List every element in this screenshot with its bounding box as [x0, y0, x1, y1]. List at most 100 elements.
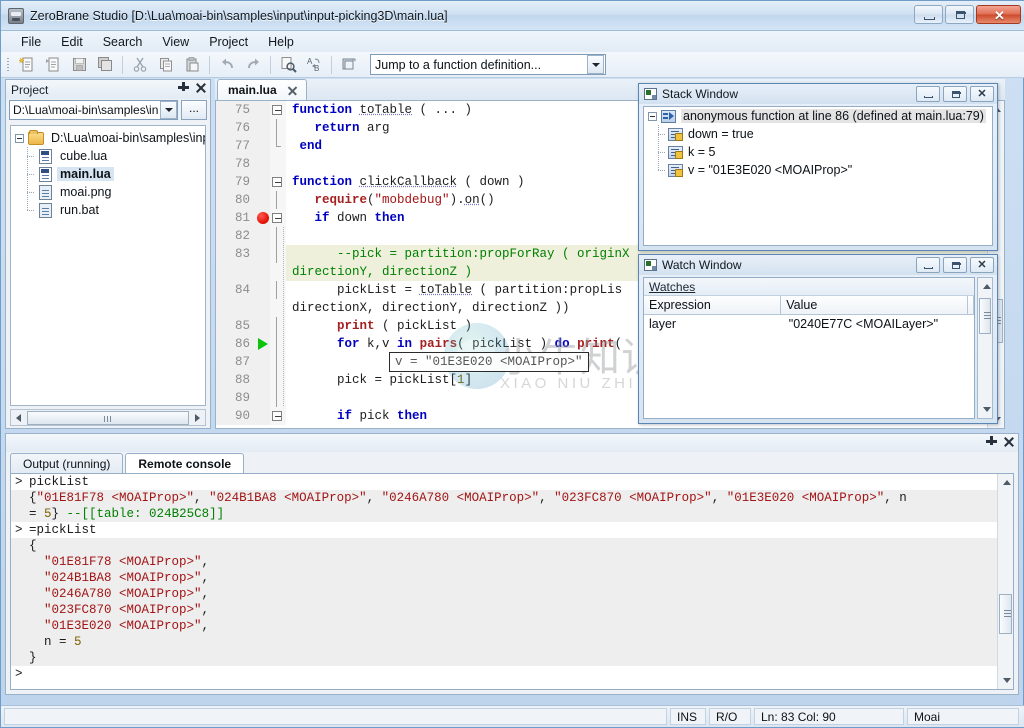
stack-window[interactable]: Stack Window ✕ anonymous function at lin… [638, 83, 998, 251]
fold-column[interactable] [270, 101, 286, 119]
chevron-down-icon[interactable] [160, 101, 177, 119]
marker-column[interactable] [256, 407, 270, 425]
scroll-up-icon[interactable] [998, 474, 1014, 491]
watch-window[interactable]: Watch Window ✕ Watches Expression Value … [638, 254, 998, 424]
tab-main-lua[interactable]: main.lua [217, 79, 307, 100]
watch-table[interactable]: Watches Expression Value layer "0240E77C… [643, 277, 975, 419]
stack-tree[interactable]: anonymous function at line 86 (defined a… [643, 106, 993, 246]
stack-variable-row[interactable]: k = 5 [644, 143, 992, 161]
scroll-up-icon[interactable] [978, 278, 995, 295]
scroll-left-icon[interactable] [11, 410, 26, 425]
fold-column[interactable] [270, 173, 286, 191]
paste-icon[interactable] [180, 54, 204, 76]
marker-column[interactable] [256, 245, 270, 263]
fold-column[interactable] [270, 227, 286, 245]
menu-search[interactable]: Search [93, 33, 153, 51]
project-horizontal-scrollbar[interactable] [10, 409, 206, 426]
scrollbar-thumb[interactable] [27, 411, 189, 425]
watches-menu[interactable]: Watches [644, 278, 974, 296]
stack-maximize-button[interactable] [943, 86, 967, 102]
redo-icon[interactable] [241, 54, 265, 76]
console-vertical-scrollbar[interactable] [997, 474, 1013, 689]
save-file-icon[interactable] [67, 54, 91, 76]
marker-column[interactable] [256, 173, 270, 191]
collapse-icon[interactable] [15, 134, 24, 143]
console-output[interactable]: >pickList{"01E81F78 <MOAIProp>", "024B1B… [10, 473, 1014, 690]
chevron-down-icon[interactable] [587, 55, 604, 74]
stack-variable-row[interactable]: down = true [644, 125, 992, 143]
marker-column[interactable] [256, 317, 270, 335]
tree-item-main-lua[interactable]: main.lua [11, 165, 205, 183]
close-icon[interactable] [287, 85, 298, 96]
tree-item-cube-lua[interactable]: cube.lua [11, 147, 205, 165]
fold-column[interactable] [270, 263, 286, 281]
fold-column[interactable] [270, 137, 286, 155]
fold-column[interactable] [270, 317, 286, 335]
watch-expression[interactable]: layer [644, 315, 784, 334]
fold-column[interactable] [270, 407, 286, 425]
column-header-expression[interactable]: Expression [644, 296, 781, 314]
tree-item-moai-png[interactable]: moai.png [11, 183, 205, 201]
close-button[interactable]: ✕ [976, 5, 1021, 24]
new-file-icon[interactable] [15, 54, 39, 76]
jump-to-function-combo[interactable]: Jump to a function definition... [370, 54, 606, 75]
fold-column[interactable] [270, 191, 286, 209]
fold-column[interactable] [270, 209, 286, 227]
marker-column[interactable] [256, 371, 270, 389]
watch-value[interactable]: "0240E77C <MOAILayer>" [784, 315, 974, 334]
scrollbar-thumb[interactable] [979, 298, 991, 334]
stack-close-button[interactable]: ✕ [970, 86, 994, 102]
close-icon[interactable] [195, 82, 206, 95]
undo-icon[interactable] [215, 54, 239, 76]
fold-column[interactable] [270, 299, 286, 317]
fold-column[interactable] [270, 245, 286, 263]
breakpoint-icon[interactable] [256, 209, 270, 227]
maximize-button[interactable] [945, 5, 974, 24]
fold-column[interactable] [270, 281, 286, 299]
menu-edit[interactable]: Edit [51, 33, 93, 51]
marker-column[interactable] [256, 227, 270, 245]
fold-column[interactable] [270, 119, 286, 137]
marker-column[interactable] [256, 155, 270, 173]
marker-column[interactable] [256, 263, 270, 281]
close-icon[interactable] [1003, 436, 1014, 449]
watch-close-button[interactable]: ✕ [970, 257, 994, 273]
find-icon[interactable] [276, 54, 300, 76]
tree-root-node[interactable]: D:\Lua\moai-bin\samples\inp [11, 129, 205, 147]
menu-file[interactable]: File [11, 33, 51, 51]
minimize-button[interactable] [914, 5, 943, 24]
marker-column[interactable] [256, 137, 270, 155]
pin-icon[interactable] [178, 82, 189, 95]
browse-button[interactable]: ... [181, 100, 207, 120]
marker-column[interactable] [256, 191, 270, 209]
project-file-tree[interactable]: D:\Lua\moai-bin\samples\inp cube.lua mai… [10, 125, 206, 406]
stack-frame-row[interactable]: anonymous function at line 86 (defined a… [644, 107, 992, 125]
fold-column[interactable] [270, 371, 286, 389]
scrollbar-thumb[interactable] [999, 594, 1012, 634]
watch-minimize-button[interactable] [916, 257, 940, 273]
tree-item-run-bat[interactable]: run.bat [11, 201, 205, 219]
fold-column[interactable] [270, 335, 286, 353]
watch-row[interactable]: layer "0240E77C <MOAILayer>" [644, 315, 974, 334]
scroll-right-icon[interactable] [190, 410, 205, 425]
watch-vertical-scrollbar[interactable] [977, 277, 993, 419]
cut-icon[interactable] [128, 54, 152, 76]
scroll-down-icon[interactable] [998, 672, 1014, 689]
marker-column[interactable] [256, 299, 270, 317]
pin-icon[interactable] [986, 436, 997, 449]
stack-variable-row[interactable]: v = "01E3E020 <MOAIProp>" [644, 161, 992, 179]
tab-output[interactable]: Output (running) [10, 453, 123, 474]
save-all-icon[interactable] [93, 54, 117, 76]
fold-column[interactable] [270, 389, 286, 407]
marker-column[interactable] [256, 281, 270, 299]
current-line-arrow-icon[interactable] [256, 335, 270, 353]
column-header-value[interactable]: Value [781, 296, 968, 314]
marker-column[interactable] [256, 101, 270, 119]
menu-view[interactable]: View [152, 33, 199, 51]
scroll-down-icon[interactable] [978, 401, 995, 418]
tab-remote-console[interactable]: Remote console [125, 453, 244, 474]
menu-help[interactable]: Help [258, 33, 304, 51]
project-path-combo[interactable]: D:\Lua\moai-bin\samples\in [9, 100, 178, 120]
marker-column[interactable] [256, 389, 270, 407]
fold-column[interactable] [270, 155, 286, 173]
